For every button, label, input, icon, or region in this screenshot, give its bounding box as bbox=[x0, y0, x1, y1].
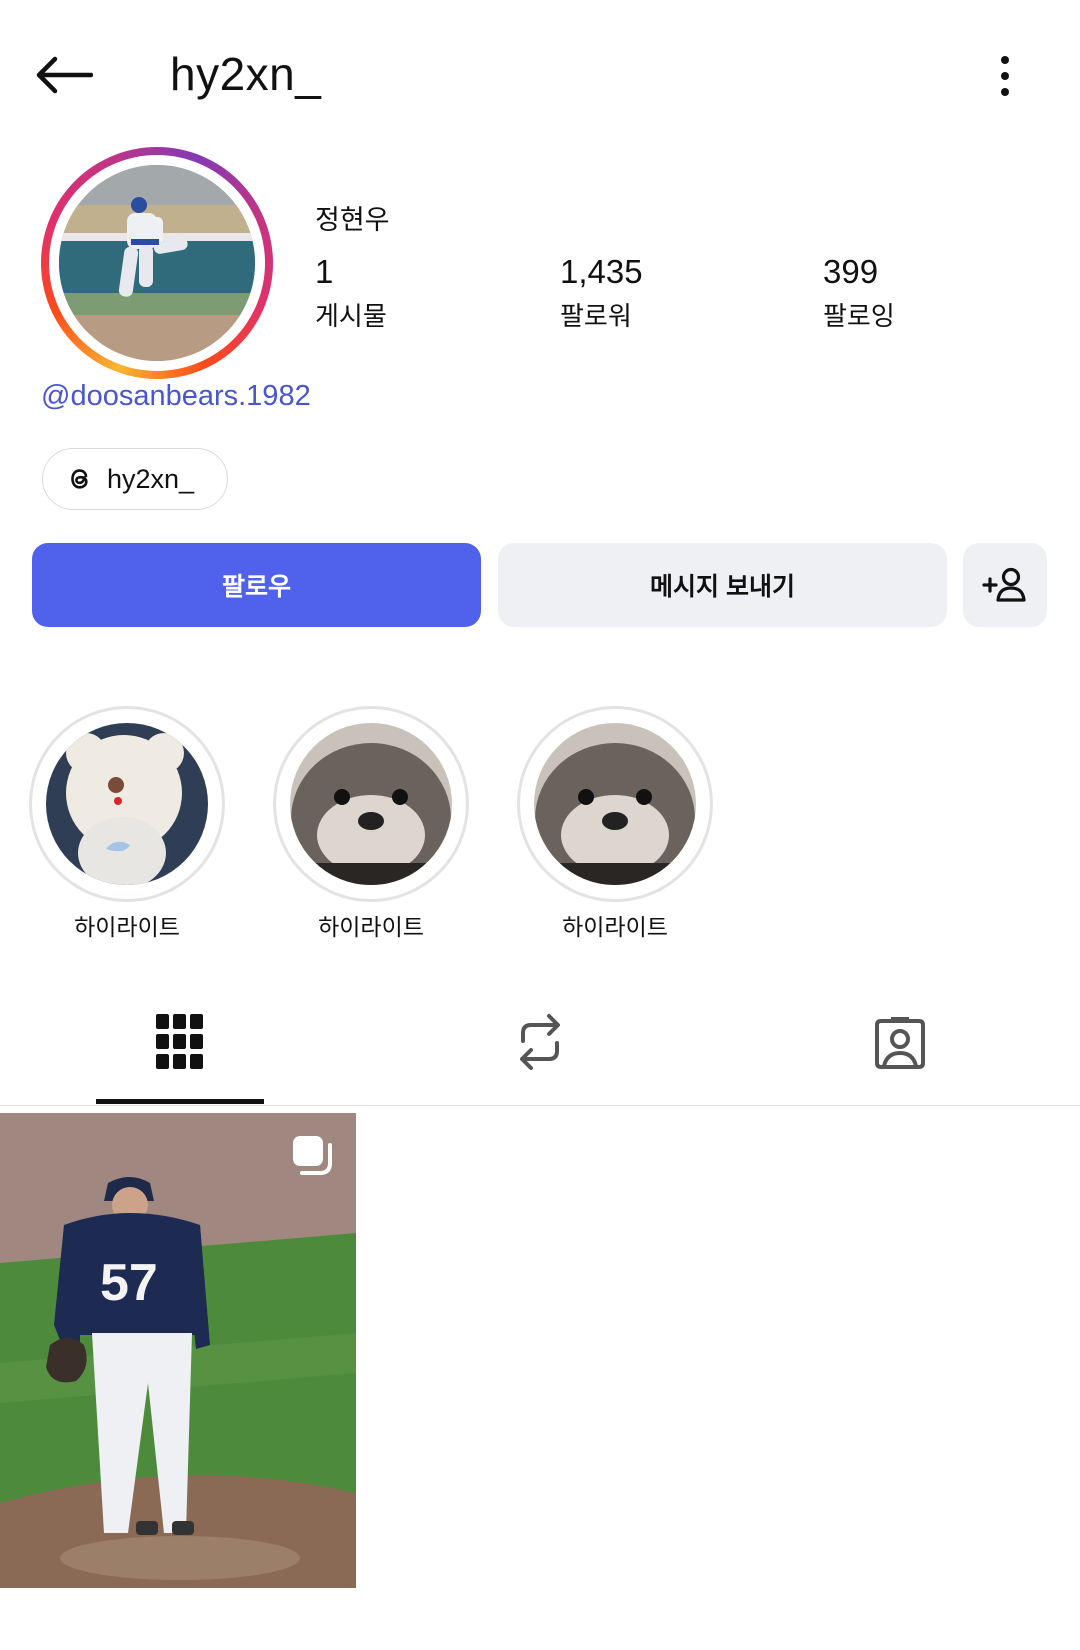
jersey-number: 57 bbox=[100, 1254, 158, 1312]
profile-avatar[interactable] bbox=[41, 147, 273, 379]
more-vertical-icon bbox=[1001, 56, 1009, 64]
highlight-cover bbox=[46, 723, 208, 885]
carousel-icon bbox=[293, 1136, 332, 1175]
followers-count[interactable]: 1,435 bbox=[560, 253, 643, 291]
highlight-label: 하이라이트 bbox=[318, 914, 424, 940]
avatar-photo bbox=[59, 165, 255, 361]
highlight-item[interactable] bbox=[517, 706, 713, 902]
highlight-cover bbox=[534, 723, 696, 885]
posts-label: 게시물 bbox=[315, 301, 387, 331]
highlight-item[interactable] bbox=[273, 706, 469, 902]
tagged-icon bbox=[875, 1017, 925, 1069]
add-user-button[interactable] bbox=[963, 543, 1047, 627]
highlight-item[interactable] bbox=[29, 706, 225, 902]
followers-label: 팔로워 bbox=[560, 301, 632, 331]
message-button[interactable]: 메시지 보내기 bbox=[498, 543, 947, 627]
tab-posts-grid[interactable] bbox=[140, 1002, 220, 1082]
posts-count[interactable]: 1 bbox=[315, 253, 333, 291]
repost-icon bbox=[520, 1014, 560, 1070]
tab-tagged[interactable] bbox=[860, 1002, 940, 1082]
following-label: 팔로잉 bbox=[823, 301, 895, 331]
tab-divider bbox=[0, 1105, 1080, 1106]
threads-icon bbox=[71, 469, 88, 489]
add-user-icon bbox=[982, 567, 1026, 602]
post-thumbnail[interactable]: 57 bbox=[0, 1113, 356, 1588]
back-button[interactable] bbox=[28, 40, 98, 110]
following-count[interactable]: 399 bbox=[823, 253, 878, 291]
follow-button[interactable]: 팔로우 bbox=[32, 543, 481, 627]
more-options-button[interactable] bbox=[980, 44, 1030, 108]
page-title: hy2xn_ bbox=[170, 48, 322, 100]
active-tab-indicator bbox=[96, 1099, 264, 1104]
bio-link[interactable]: @doosanbears.1982 bbox=[41, 380, 311, 413]
threads-chip[interactable]: hy2xn_ bbox=[42, 448, 228, 510]
highlight-label: 하이라이트 bbox=[74, 914, 180, 940]
highlight-cover bbox=[290, 723, 452, 885]
display-name: 정현우 bbox=[315, 205, 390, 235]
tab-reposts[interactable] bbox=[500, 1002, 580, 1082]
highlight-label: 하이라이트 bbox=[562, 914, 668, 940]
arrow-left-icon bbox=[36, 56, 93, 94]
grid-icon bbox=[156, 1014, 203, 1069]
threads-chip-label: hy2xn_ bbox=[107, 463, 195, 494]
